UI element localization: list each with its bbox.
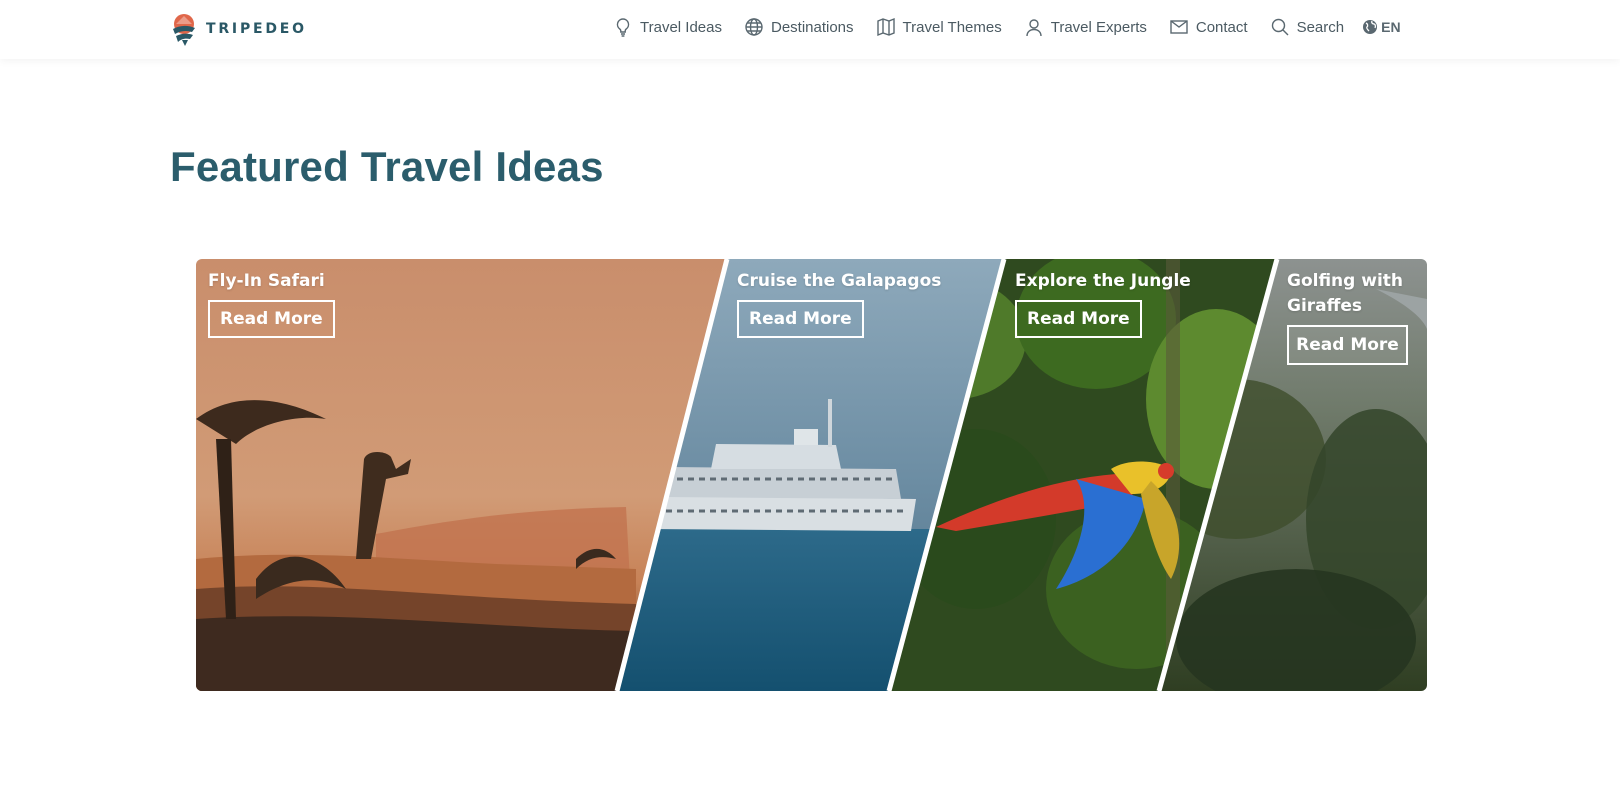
nav-travel-ideas[interactable]: Travel Ideas (613, 17, 722, 37)
brand-logo[interactable]: TRIPEDEO (170, 12, 307, 46)
main-nav: Travel Ideas Destinations Travel Themes … (613, 16, 1401, 38)
mail-icon (1170, 20, 1188, 34)
nav-label: Search (1296, 18, 1345, 36)
nav-label: Destinations (770, 18, 854, 36)
search-icon (1271, 18, 1289, 36)
nav-label: Travel Themes (902, 18, 1002, 36)
lightbulb-icon (616, 18, 630, 37)
page-title: Featured Travel Ideas (170, 143, 604, 190)
nav-contact[interactable]: Contact (1169, 17, 1248, 37)
user-icon (1026, 19, 1042, 37)
nav-label: Travel Experts (1050, 18, 1147, 36)
language-selector[interactable]: EN (1362, 19, 1401, 35)
nav-travel-experts[interactable]: Travel Experts (1024, 17, 1147, 37)
nav-label: Travel Ideas (640, 18, 722, 36)
nav-travel-themes[interactable]: Travel Themes (876, 17, 1002, 37)
language-label: EN (1381, 19, 1401, 35)
tripedeo-logo-icon (173, 14, 195, 46)
map-icon (876, 17, 895, 37)
nav-destinations[interactable]: Destinations (744, 17, 854, 37)
panel-dividers (614, 259, 1280, 691)
globe-icon (745, 18, 763, 36)
world-icon (1363, 20, 1378, 34)
travel-ideas-gallery: Fly-In Safari Read More Cruise the Galap… (196, 259, 1427, 691)
brand-name: TRIPEDEO (206, 21, 307, 37)
nav-label: Contact (1195, 18, 1248, 36)
site-header: TRIPEDEO Travel Ideas Destinations Trave… (0, 0, 1620, 59)
nav-search[interactable]: Search (1270, 17, 1345, 37)
